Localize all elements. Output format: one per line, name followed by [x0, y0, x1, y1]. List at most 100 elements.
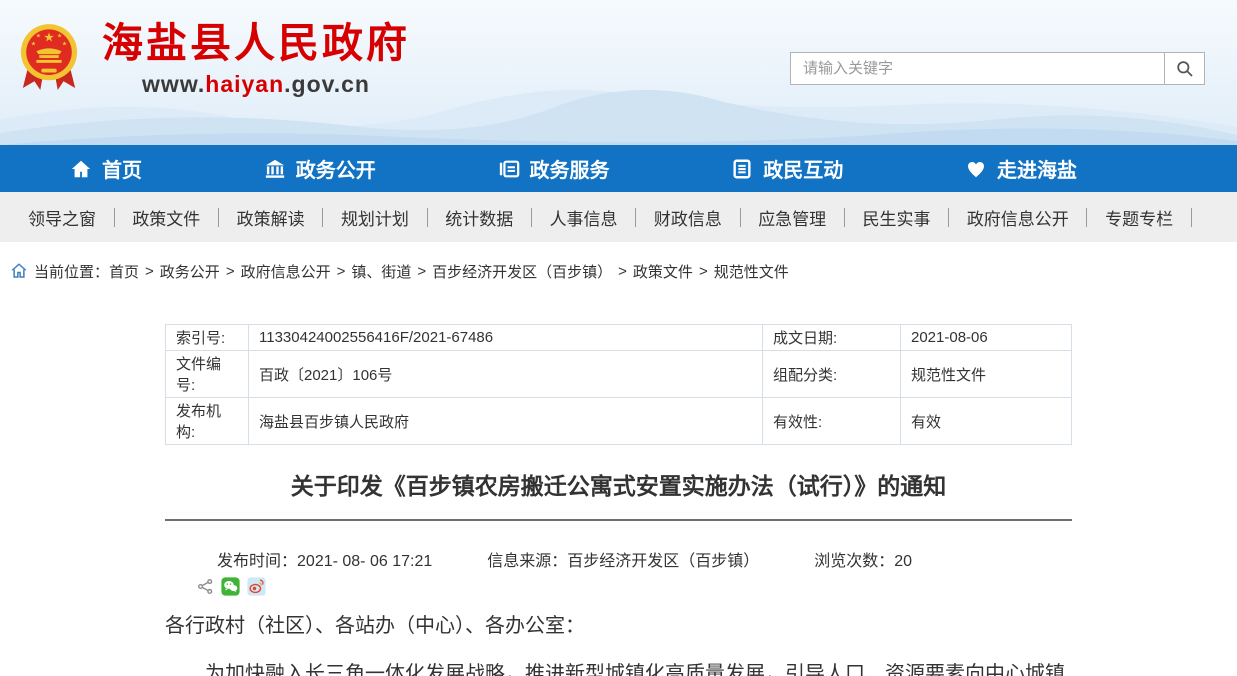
divider [1191, 208, 1192, 227]
svg-text:★: ★ [57, 33, 62, 40]
secondary-navigation: 领导之窗 政策文件 政策解读 规划计划 统计数据 人事信息 财政信息 应急管理 … [0, 192, 1237, 242]
category-label: 组配分类: [763, 351, 901, 398]
nav-item-visit-haiyan[interactable]: 走进海盐 [965, 154, 1077, 183]
divider [218, 208, 219, 227]
info-source-value: 百步经济开发区（百步镇） [567, 553, 759, 570]
subnav-item-policy-read[interactable]: 政策解读 [237, 205, 305, 230]
index-number-value: 11330424002556416F/2021-67486 [249, 325, 763, 351]
table-row: 文件编号: 百政〔2021〕106号 组配分类: 规范性文件 [166, 351, 1072, 398]
issue-date-value: 2021-08-06 [901, 325, 1072, 351]
divider [427, 208, 428, 227]
crumb-normative: 规范性文件 [714, 261, 789, 282]
nav-item-gov-service[interactable]: 政务服务 [498, 154, 610, 183]
search-button[interactable] [1164, 53, 1204, 84]
page-title: 关于印发《百步镇农房搬迁公寓式安置实施办法（试行）》的通知 [165, 471, 1072, 501]
url-suffix: .gov.cn [284, 71, 370, 97]
breadcrumb-label: 当前位置： [34, 261, 109, 282]
subnav-item-leaders[interactable]: 领导之窗 [28, 205, 96, 230]
subnav-item-emergency[interactable]: 应急管理 [758, 205, 826, 230]
issuer-label: 发布机构: [166, 398, 249, 445]
heart-icon [965, 158, 987, 180]
title-divider [165, 519, 1072, 521]
list-doc-icon [731, 158, 753, 180]
article-paragraph: 为加快融入长三角一体化发展战略，推进新型城镇化高质量发展，引导人口、资源要素向中… [165, 652, 1072, 676]
divider [322, 208, 323, 227]
nav-label: 政务公开 [296, 154, 376, 183]
publish-time-value: 2021- 08- 06 17:21 [297, 553, 432, 570]
subnav-item-personnel[interactable]: 人事信息 [550, 205, 618, 230]
category-value: 规范性文件 [901, 351, 1072, 398]
search-bar [790, 52, 1205, 85]
doc-info-table: 索引号: 11330424002556416F/2021-67486 成文日期:… [165, 324, 1072, 445]
nav-label: 政民互动 [763, 154, 843, 183]
subnav-item-livelihood[interactable]: 民生实事 [863, 205, 931, 230]
nav-item-interaction[interactable]: 政民互动 [731, 154, 843, 183]
breadcrumb-separator: > [337, 263, 346, 280]
publish-time-label: 发布时间： [217, 553, 297, 570]
index-number-label: 索引号: [166, 325, 249, 351]
site-url: www.haiyan.gov.cn [102, 71, 410, 98]
wechat-share-icon[interactable] [221, 577, 240, 596]
site-logo[interactable]: ★ ★ ★ ★ ★ 海盐县人民政府 www.haiyan.gov.cn [18, 20, 410, 98]
article-salutation: 各行政村（社区）、各站办（中心）、各办公室： [165, 606, 1072, 646]
crumb-policy-docs[interactable]: 政策文件 [633, 261, 693, 282]
info-source: 信息来源：百步经济开发区（百步镇） [487, 547, 759, 571]
crumb-towns[interactable]: 镇、街道 [351, 261, 411, 282]
url-prefix: www. [142, 71, 205, 97]
search-input[interactable] [791, 53, 1164, 84]
subnav-item-policy-docs[interactable]: 政策文件 [132, 205, 200, 230]
nav-label: 首页 [102, 154, 142, 183]
breadcrumb: 当前位置： 首页 > 政务公开 > 政府信息公开 > 镇、街道 > 百步经济开发区（百步… [0, 260, 1237, 282]
subnav-item-finance[interactable]: 财政信息 [654, 205, 722, 230]
article-meta: 发布时间：2021- 08- 06 17:21 信息来源：百步经济开发区（百步镇… [165, 547, 1072, 571]
nav-item-gov-info[interactable]: 政务公开 [264, 154, 376, 183]
svg-text:★: ★ [36, 33, 41, 40]
nav-item-home[interactable]: 首页 [70, 154, 142, 183]
nav-label: 政务服务 [530, 154, 610, 183]
breadcrumb-separator: > [417, 263, 426, 280]
validity-value: 有效 [901, 398, 1072, 445]
issue-date-label: 成文日期: [763, 325, 901, 351]
url-highlight: haiyan [205, 71, 284, 97]
table-row: 发布机构: 海盐县百步镇人民政府 有效性: 有效 [166, 398, 1072, 445]
subnav-item-plans[interactable]: 规划计划 [341, 205, 409, 230]
view-count-value: 20 [894, 553, 912, 570]
svg-text:★: ★ [62, 40, 67, 47]
site-header: ★ ★ ★ ★ ★ 海盐县人民政府 www.haiyan.gov.cn [0, 0, 1237, 145]
service-doc-icon [498, 158, 520, 180]
crumb-gov-info[interactable]: 政府信息公开 [241, 261, 331, 282]
home-outline-icon [10, 262, 28, 280]
table-row: 索引号: 11330424002556416F/2021-67486 成文日期:… [166, 325, 1072, 351]
breadcrumb-separator: > [699, 263, 708, 280]
svg-text:★: ★ [43, 31, 54, 45]
subnav-item-statistics[interactable]: 统计数据 [445, 205, 513, 230]
home-icon [70, 158, 92, 180]
crumb-gov-open[interactable]: 政务公开 [160, 261, 220, 282]
subnav-item-specials[interactable]: 专题专栏 [1105, 205, 1173, 230]
share-icon[interactable] [197, 578, 214, 595]
view-count-label: 浏览次数： [814, 553, 894, 570]
crumb-baibu-zone[interactable]: 百步经济开发区（百步镇） [432, 261, 612, 282]
divider [531, 208, 532, 227]
brand-text: 海盐县人民政府 www.haiyan.gov.cn [102, 20, 410, 98]
view-count: 浏览次数：20 [814, 547, 912, 571]
national-emblem-icon: ★ ★ ★ ★ ★ [18, 20, 80, 96]
weibo-share-icon[interactable] [247, 577, 266, 596]
share-bar [165, 577, 1072, 596]
info-source-label: 信息来源： [487, 553, 567, 570]
nav-label: 走进海盐 [997, 154, 1077, 183]
doc-number-value: 百政〔2021〕106号 [249, 351, 763, 398]
doc-number-label: 文件编号: [166, 351, 249, 398]
divider [948, 208, 949, 227]
divider [114, 208, 115, 227]
publish-time: 发布时间：2021- 08- 06 17:21 [217, 547, 432, 571]
crumb-home[interactable]: 首页 [109, 261, 139, 282]
issuer-value: 海盐县百步镇人民政府 [249, 398, 763, 445]
breadcrumb-separator: > [618, 263, 627, 280]
site-title: 海盐县人民政府 [102, 20, 410, 67]
divider [844, 208, 845, 227]
divider [1086, 208, 1087, 227]
main-navigation: 首页 政务公开 政务服务 政民互动 走进海盐 [0, 145, 1237, 192]
svg-text:★: ★ [31, 40, 36, 47]
subnav-item-gov-info-pub[interactable]: 政府信息公开 [967, 205, 1069, 230]
